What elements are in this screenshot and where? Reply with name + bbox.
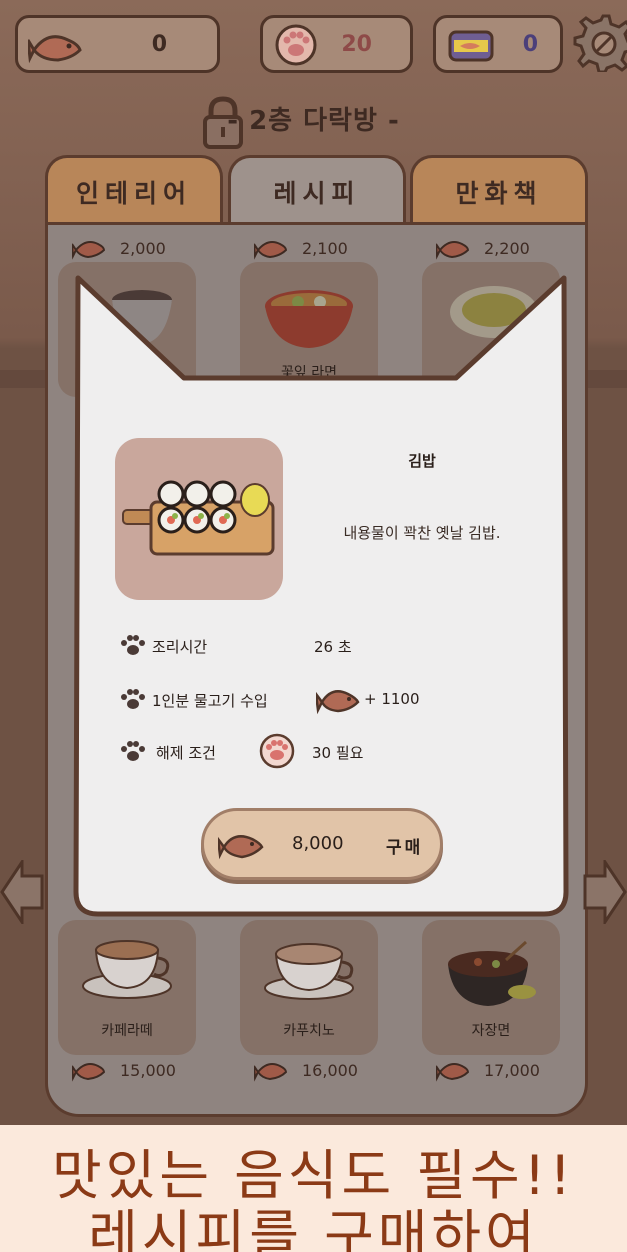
fish-icon	[436, 241, 470, 260]
buy-button[interactable]: 8,000 구매	[201, 808, 443, 880]
fish-icon	[254, 1063, 288, 1082]
recipe-card-label: 자장면	[471, 1023, 511, 1039]
fish-icon	[254, 241, 288, 260]
tab-recipe[interactable]: 레시피	[228, 155, 406, 225]
arrow-right-icon[interactable]	[583, 860, 627, 924]
latte-icon	[82, 940, 172, 999]
fish-icon	[28, 35, 82, 64]
floor-title: - 2층 다락방 -	[227, 106, 400, 136]
recipe-description: 내용물이 꽉찬 옛날 김밥.	[343, 524, 501, 542]
paw-icon	[259, 733, 295, 769]
recipe-image	[115, 438, 283, 600]
recipe-price-value: 16,000	[302, 1060, 358, 1080]
fish-counter: 0	[15, 15, 220, 73]
recipe-price: 17,000	[436, 1058, 540, 1082]
can-icon	[448, 30, 494, 62]
jajangmyeon-icon	[448, 940, 536, 1006]
fish-icon	[316, 690, 360, 715]
recipe-detail-modal: 김밥 내용물이 꽉찬 옛날 김밥. 조리시간 26 초 1인분 물고기 수입 +…	[72, 272, 570, 917]
recipe-price-value: 2,200	[484, 238, 530, 258]
unlock-value: 30 필요	[312, 744, 364, 762]
recipe-price-value: 2,000	[120, 238, 166, 258]
recipe-price: 2,000	[72, 236, 166, 260]
fish-count: 0	[151, 31, 167, 57]
recipe-name: 김밥	[408, 452, 436, 470]
buy-label: 구매	[386, 838, 424, 858]
recipe-card-label: 카푸치노	[283, 1023, 335, 1039]
promo-banner: 맛있는 음식도 필수!! 레시피를 구매하여	[0, 1125, 627, 1252]
recipe-price: 15,000	[72, 1058, 176, 1082]
gimbap-icon	[122, 480, 275, 556]
cook-time-label: 조리시간	[152, 638, 208, 656]
recipe-card-label: 카페라떼	[101, 1023, 153, 1039]
paw-count: 20	[341, 31, 372, 57]
income-label: 1인분 물고기 수입	[152, 692, 268, 710]
can-counter: 0	[433, 15, 563, 73]
gear-icon[interactable]	[573, 12, 627, 72]
arrow-left-icon[interactable]	[0, 860, 44, 924]
fish-icon	[72, 1063, 106, 1082]
paw-icon	[121, 635, 145, 655]
recipe-price: 2,100	[254, 236, 348, 260]
fish-icon	[436, 1063, 470, 1082]
recipe-price-value: 17,000	[484, 1060, 540, 1080]
tab-comics[interactable]: 만화책	[410, 155, 588, 225]
income-value: + 1100	[364, 690, 420, 708]
recipe-price: 16,000	[254, 1058, 358, 1082]
paw-icon	[275, 24, 317, 66]
recipe-price-value: 15,000	[120, 1060, 176, 1080]
promo-line-2: 레시피를 구매하여	[88, 1204, 539, 1252]
paw-counter: 20	[260, 15, 413, 73]
can-count: 0	[522, 31, 538, 57]
cappuccino-icon	[264, 943, 354, 1000]
fish-icon	[218, 835, 264, 860]
recipe-price-value: 2,100	[302, 238, 348, 258]
cook-time-value: 26 초	[314, 638, 352, 656]
paw-icon	[121, 689, 145, 709]
recipe-card[interactable]: 카푸치노	[240, 920, 378, 1055]
recipe-price: 2,200	[436, 236, 530, 260]
unlock-label: 해제 조건	[156, 744, 216, 762]
recipe-card[interactable]: 카페라떼	[58, 920, 196, 1055]
paw-icon	[121, 741, 145, 761]
recipe-card[interactable]: 자장면	[422, 920, 560, 1055]
buy-price: 8,000	[292, 833, 344, 854]
fish-icon	[72, 241, 106, 260]
tab-interior[interactable]: 인테리어	[45, 155, 223, 225]
